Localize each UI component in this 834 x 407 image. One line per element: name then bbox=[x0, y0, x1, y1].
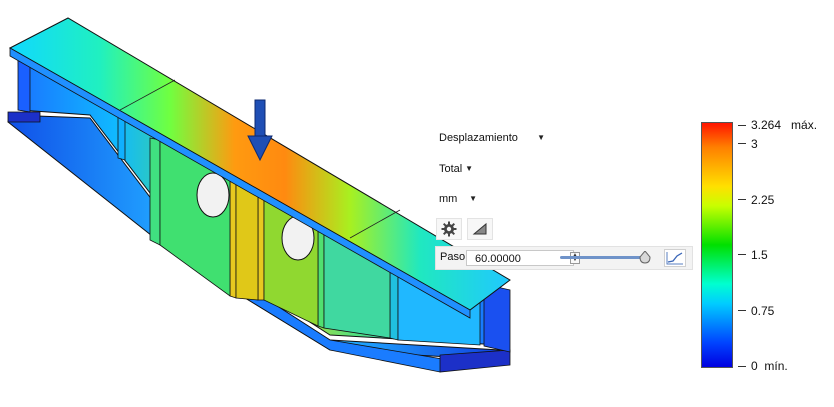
step-slider-track[interactable] bbox=[560, 256, 646, 259]
step-value: 60.00000 bbox=[475, 253, 521, 265]
result-type-dropdown[interactable]: Desplazamiento ▼ bbox=[435, 127, 551, 149]
unit-dropdown[interactable]: mm ▼ bbox=[435, 188, 483, 210]
legend-tick bbox=[738, 366, 746, 367]
legend-max-suffix: máx. bbox=[791, 118, 818, 132]
gear-icon bbox=[441, 221, 457, 237]
chevron-down-icon: ▼ bbox=[469, 194, 477, 203]
unit-value: mm bbox=[439, 193, 458, 205]
legend-label: 2.25 bbox=[751, 193, 775, 207]
settings-button[interactable] bbox=[436, 218, 462, 240]
legend-tick bbox=[738, 310, 746, 311]
line-graph-icon bbox=[666, 252, 683, 265]
clip-button[interactable] bbox=[467, 218, 493, 240]
triangle-icon bbox=[472, 222, 487, 235]
chevron-down-icon: ▼ bbox=[537, 133, 545, 142]
legend-label: 1.5 bbox=[751, 248, 768, 262]
step-label: Paso bbox=[440, 251, 466, 263]
step-input[interactable]: 60.00000 ▲ ▼ bbox=[466, 250, 580, 266]
legend-label: 3 bbox=[751, 137, 758, 151]
legend-min-suffix: mín. bbox=[764, 359, 788, 373]
graph-button[interactable] bbox=[664, 249, 686, 267]
chevron-down-icon: ▼ bbox=[465, 164, 473, 173]
legend-label: 0.75 bbox=[751, 304, 775, 318]
legend-max-value: 3.264 bbox=[751, 118, 782, 132]
result-type-value: Desplazamiento bbox=[439, 132, 518, 144]
legend-min-label: 0 mín. bbox=[751, 360, 788, 372]
component-dropdown[interactable]: Total ▼ bbox=[435, 158, 479, 180]
legend-tick bbox=[738, 199, 746, 200]
legend-min-value: 0 bbox=[751, 359, 758, 373]
legend-tick bbox=[738, 143, 746, 144]
step-panel: Paso 60.00000 ▲ ▼ bbox=[435, 246, 693, 270]
legend-tick bbox=[738, 125, 746, 126]
legend-tick bbox=[738, 254, 746, 255]
color-legend-bar bbox=[701, 122, 733, 368]
component-value: Total bbox=[439, 163, 463, 175]
step-slider-thumb[interactable] bbox=[639, 251, 651, 264]
legend-max-label: 3.264 máx. bbox=[751, 119, 817, 131]
